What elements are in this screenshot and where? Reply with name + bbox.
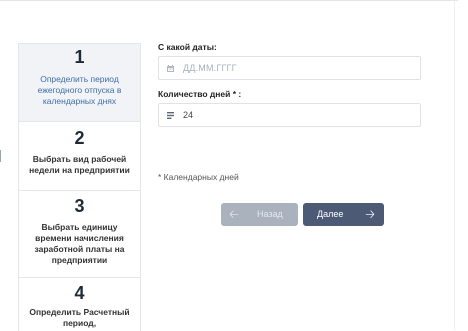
step-label: Выбрать единицу времени начисления зараб… (34, 222, 125, 265)
back-button[interactable]: 🡠 Назад (221, 203, 298, 226)
days-value: 24 (183, 110, 194, 120)
step-number: 1 (74, 47, 85, 67)
next-button[interactable]: Далее 🡢 (303, 203, 384, 226)
step-number: 2 (74, 128, 85, 148)
steps-sidebar: 1 Определить период ежегодного отпуска в… (18, 43, 141, 331)
number-icon (167, 112, 174, 119)
next-button-label: Далее (317, 209, 344, 219)
step-4[interactable]: 4 Определить Расчетный период, (19, 278, 140, 331)
arrow-left-icon: 🡠 (229, 207, 239, 221)
date-placeholder: ДД.ММ.ГГГГ (183, 63, 237, 73)
step-3[interactable]: 3 Выбрать единицу времени начисления зар… (19, 191, 140, 278)
step-1[interactable]: 1 Определить период ежегодного отпуска в… (19, 44, 140, 122)
days-field[interactable]: 24 (158, 103, 421, 127)
calendar-icon (167, 65, 174, 72)
step-2[interactable]: 2 Выбрать вид рабочей недели на предприя… (19, 122, 140, 191)
date-field[interactable]: ДД.ММ.ГГГГ (158, 56, 421, 80)
step-label: Выбрать вид рабочей недели на предприяти… (29, 154, 130, 175)
step-label: Определить период ежегодного отпуска в к… (37, 74, 122, 106)
step-number: 4 (74, 283, 85, 303)
arrow-right-icon: 🡢 (365, 207, 375, 221)
days-label: Количество дней * : (158, 89, 242, 99)
top-divider (0, 0, 458, 1)
step-label: Определить Расчетный период, (29, 307, 130, 328)
step-number: 3 (74, 196, 85, 216)
right-divider (454, 0, 455, 330)
back-button-label: Назад (257, 209, 283, 219)
left-edge-marker (0, 150, 1, 162)
footnote: * Календарных дней (158, 172, 239, 182)
date-label: С какой даты: (158, 42, 217, 52)
